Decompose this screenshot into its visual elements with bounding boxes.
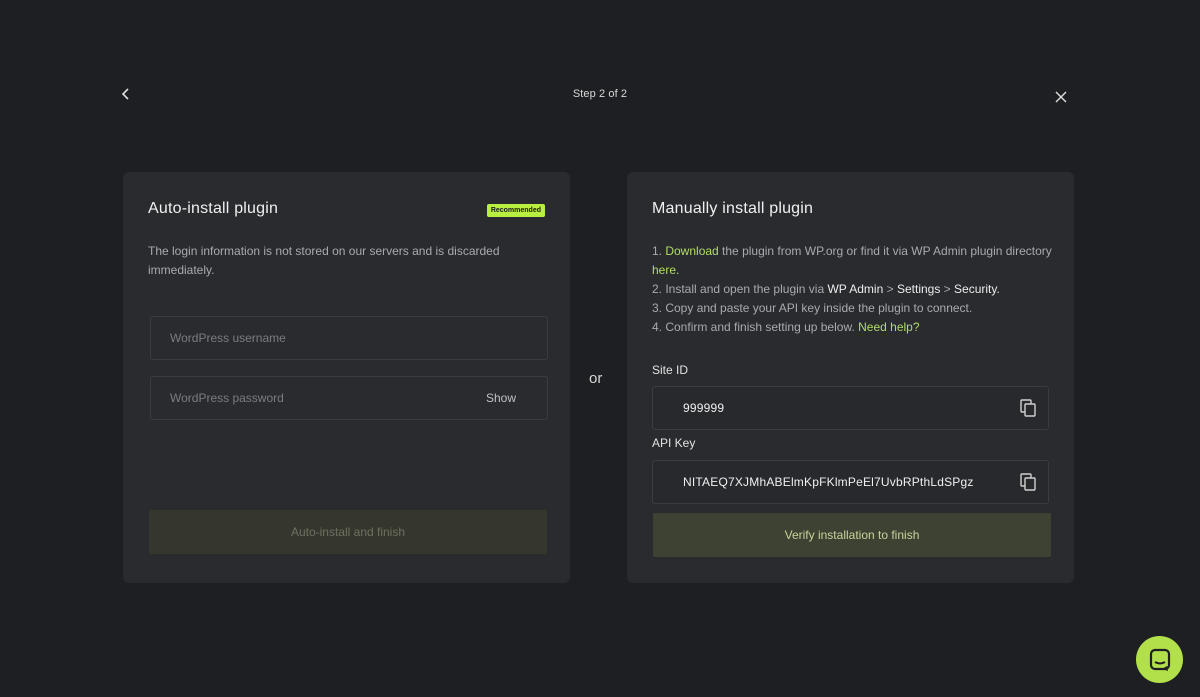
auto-install-button[interactable]: Auto-install and finish	[149, 510, 547, 554]
close-button[interactable]	[1051, 87, 1071, 107]
security-text: Security.	[954, 282, 1000, 296]
step-2-text: 2. Install and open the plugin via	[652, 282, 828, 296]
site-id-field: 999999	[652, 386, 1049, 430]
or-divider: or	[589, 370, 603, 387]
step-indicator: Step 2 of 2	[572, 88, 628, 100]
site-id-label: Site ID	[652, 363, 689, 377]
step-4-text: 4. Confirm and finish setting up below.	[652, 320, 859, 334]
auto-install-card: Auto-install plugin Recommended The logi…	[123, 172, 570, 583]
recommended-badge: Recommended	[486, 204, 545, 217]
copy-icon[interactable]	[1019, 399, 1037, 417]
manual-install-title: Manually install plugin	[652, 200, 814, 217]
api-key-label: API Key	[652, 436, 696, 450]
chat-icon	[1149, 648, 1170, 671]
manual-install-card: Manually install plugin 1. Download the …	[627, 172, 1074, 583]
step-1-prefix: 1.	[652, 244, 666, 258]
need-help-link[interactable]: Need help?	[858, 320, 919, 334]
copy-icon[interactable]	[1019, 473, 1037, 491]
username-field	[150, 316, 548, 360]
api-key-field: NITAEQ7XJMhABElmKpFKlmPeEl7UvbRPthLdSPgz	[652, 460, 1049, 504]
install-plugin-page: Step 2 of 2 Auto-install plugin Recommen…	[0, 0, 1200, 697]
verify-installation-button[interactable]: Verify installation to finish	[653, 513, 1051, 557]
password-input[interactable]	[151, 377, 486, 419]
step-3: 3. Copy and paste your API key inside th…	[652, 301, 973, 315]
auto-install-title: Auto-install plugin	[148, 200, 279, 217]
separator: >	[940, 282, 955, 296]
step-2: 2. Install and open the plugin via WP Ad…	[652, 280, 1062, 299]
step-1: 1. Download the plugin from WP.org or fi…	[652, 242, 1062, 280]
chat-button[interactable]	[1136, 636, 1183, 683]
username-input[interactable]	[151, 317, 547, 359]
wp-admin-text: WP Admin	[827, 282, 884, 296]
settings-text: Settings	[896, 282, 941, 296]
separator: >	[883, 282, 897, 296]
site-id-value[interactable]: 999999	[653, 401, 1019, 415]
download-link[interactable]: Download	[665, 244, 718, 258]
step-4: 4. Confirm and finish setting up below. …	[652, 318, 1062, 337]
password-field: Show	[150, 376, 548, 420]
step-1-text: the plugin from WP.org or find it via WP…	[718, 244, 1052, 258]
api-key-value[interactable]: NITAEQ7XJMhABElmKpFKlmPeEl7UvbRPthLdSPgz	[653, 475, 1019, 489]
install-steps: 1. Download the plugin from WP.org or fi…	[652, 242, 1062, 337]
close-icon	[1055, 91, 1067, 103]
show-password-button[interactable]: Show	[486, 391, 516, 405]
here-link[interactable]: here.	[652, 263, 679, 277]
auto-install-description: The login information is not stored on o…	[148, 244, 500, 277]
